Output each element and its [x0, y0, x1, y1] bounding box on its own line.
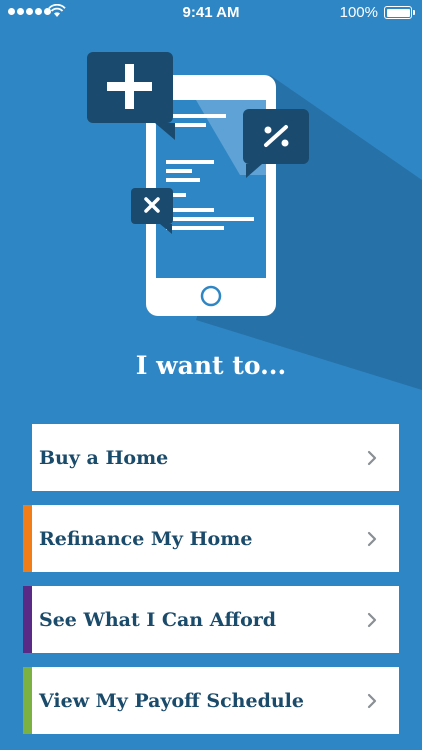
chevron-right-icon: [367, 450, 377, 465]
option-label: View My Payoff Schedule: [39, 689, 304, 712]
option-label: See What I Can Afford: [39, 608, 277, 631]
option-label: Refinance My Home: [39, 527, 253, 550]
accent-bar: [23, 505, 32, 572]
refinance-home-button[interactable]: Refinance My Home: [23, 505, 399, 572]
option-label: Buy a Home: [39, 446, 169, 469]
status-bar: 9:41 AM 100%: [0, 0, 422, 26]
chevron-right-icon: [367, 693, 377, 708]
afford-button[interactable]: See What I Can Afford: [23, 586, 399, 653]
accent-bar: [23, 667, 32, 734]
accent-bar: [23, 586, 32, 653]
chevron-right-icon: [367, 612, 377, 627]
buy-home-button[interactable]: Buy a Home: [23, 424, 399, 491]
battery-icon: [384, 6, 415, 19]
phone-illustration: [87, 52, 422, 390]
chevron-right-icon: [367, 531, 377, 546]
accent-bar: [23, 424, 32, 491]
page-title: I want to...: [135, 351, 287, 380]
plus-icon: [87, 52, 175, 140]
battery-percent: 100%: [339, 4, 378, 21]
payoff-schedule-button[interactable]: View My Payoff Schedule: [23, 667, 399, 734]
